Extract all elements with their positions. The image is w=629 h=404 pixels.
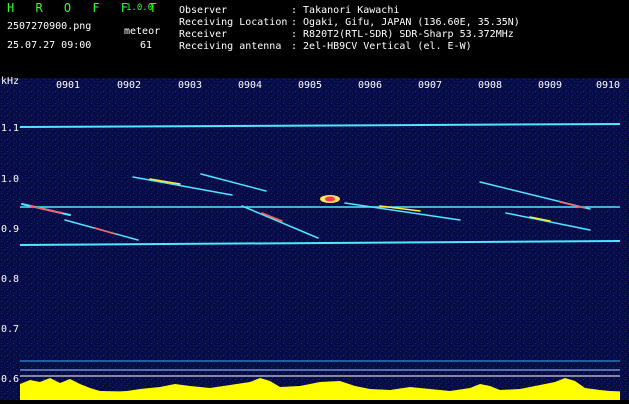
freq-tick: 0.8 <box>1 274 20 285</box>
time-tick: 0910 <box>596 80 621 91</box>
time-tick: 0906 <box>358 80 383 91</box>
capture-datetime: 25.07.27 09:00 <box>7 40 92 51</box>
freq-tick: 1.0 <box>1 174 20 185</box>
field-label-antenna: Receiving antenna <box>179 41 282 52</box>
time-tick: 0905 <box>298 80 323 91</box>
header-panel: H R O F F T 1.0.0 2507270900.png meteor … <box>0 0 629 78</box>
image-filename: 2507270900.png <box>7 21 92 32</box>
time-tick: 0902 <box>117 80 142 91</box>
time-tick: 0907 <box>418 80 443 91</box>
meteor-label: meteor <box>124 26 161 37</box>
field-value-receiver: : R820T2(RTL-SDR) SDR-Sharp 53.372MHz <box>291 29 514 40</box>
field-value-location: : Ogaki, Gifu, JAPAN (136.60E, 35.35N) <box>291 17 520 28</box>
field-label-receiver: Receiver <box>179 29 228 40</box>
freq-unit-label: kHz <box>1 76 20 87</box>
app-version: 1.0.0 <box>126 3 154 13</box>
time-tick: 0903 <box>178 80 203 91</box>
field-label-location: Receiving Location <box>179 17 288 28</box>
field-value-observer: : Takanori Kawachi <box>291 5 400 16</box>
freq-tick: 0.7 <box>1 324 20 335</box>
field-value-antenna: : 2el-HB9CV Vertical (el. E-W) <box>291 41 472 52</box>
time-tick: 0909 <box>538 80 563 91</box>
spectrogram-canvas <box>0 78 629 400</box>
field-label-observer: Observer <box>179 5 228 16</box>
freq-tick: 0.6 <box>1 374 20 385</box>
time-tick: 0904 <box>238 80 263 91</box>
time-tick: 0908 <box>478 80 503 91</box>
time-tick: 0901 <box>56 80 81 91</box>
spectrogram-panel: 0901 0902 0903 0904 0905 0906 0907 0908 … <box>0 76 629 400</box>
meteor-count: 61 <box>140 40 153 51</box>
freq-tick: 0.9 <box>1 224 20 235</box>
freq-tick: 1.1 <box>1 123 20 134</box>
